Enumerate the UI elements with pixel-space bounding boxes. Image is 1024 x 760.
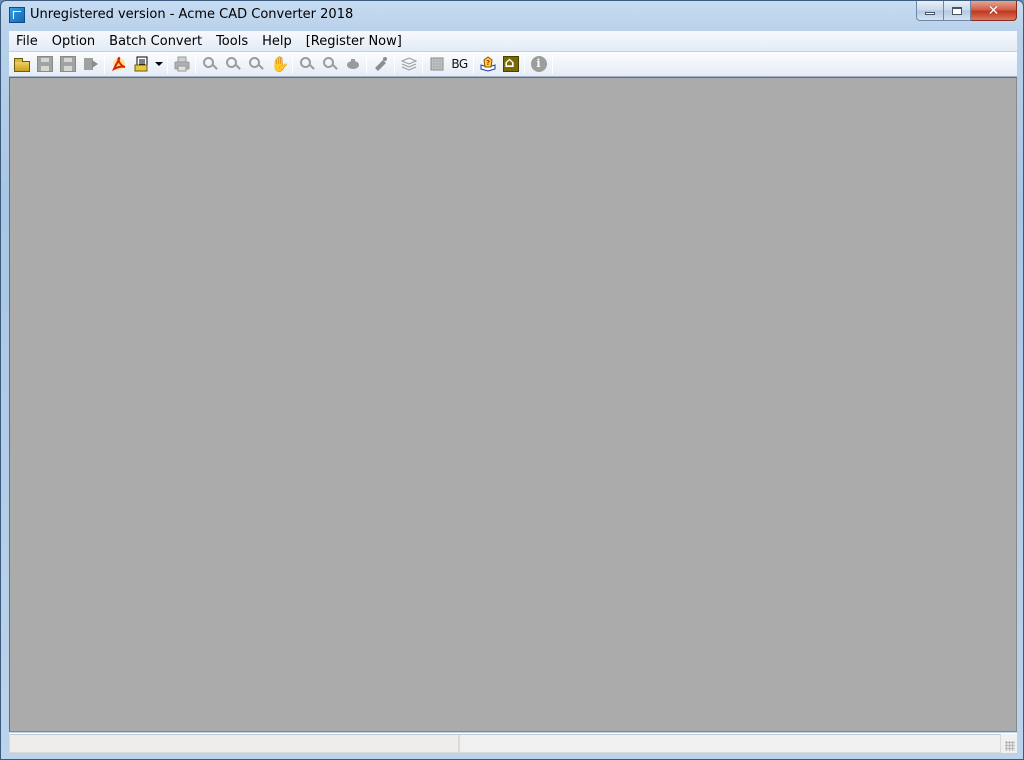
save-as-icon (59, 56, 76, 72)
toolbar-separator (524, 54, 525, 74)
window-title: Unregistered version - Acme CAD Converte… (30, 7, 354, 22)
toolbar-separator (167, 54, 168, 74)
background-grid-button[interactable] (425, 53, 448, 75)
info-icon: i (530, 56, 547, 72)
minimize-button[interactable] (916, 1, 944, 21)
pan-hand-icon: ✋ (270, 55, 290, 73)
zoom-out-icon (202, 56, 218, 72)
toolbar-separator (195, 54, 196, 74)
home-button[interactable] (499, 53, 522, 75)
folder-open-icon (13, 57, 30, 72)
maximize-button[interactable] (944, 1, 971, 21)
batch-convert-button[interactable] (130, 53, 153, 75)
menu-option[interactable]: Option (45, 32, 102, 51)
about-button[interactable]: i (527, 53, 550, 75)
menu-tools[interactable]: Tools (209, 32, 255, 51)
toolbar-separator (104, 54, 105, 74)
menu-help[interactable]: Help (255, 32, 299, 51)
home-icon (502, 55, 519, 72)
resize-grip[interactable] (1005, 741, 1015, 751)
pan-button[interactable]: ✋ (267, 53, 290, 75)
maximize-icon (952, 6, 962, 15)
menu-batch-convert[interactable]: Batch Convert (102, 32, 209, 51)
save-as-button[interactable] (56, 53, 79, 75)
save-icon (36, 56, 53, 72)
toolbar: ✋ BG ? ⌂ i (9, 52, 1017, 77)
menu-register-now[interactable]: [Register Now] (299, 32, 409, 51)
open-file-button[interactable] (10, 53, 33, 75)
zoom-window-button[interactable] (244, 53, 267, 75)
layers-icon (400, 57, 417, 71)
zoom-in-button[interactable] (221, 53, 244, 75)
layers-button[interactable] (397, 53, 420, 75)
minimize-icon (925, 12, 935, 15)
svg-text:?: ? (485, 59, 489, 67)
bg-label: BG (451, 57, 468, 71)
measure-button[interactable] (369, 53, 392, 75)
zoom-window-icon (248, 56, 264, 72)
printer-icon (174, 56, 189, 72)
zoom-extents-icon (299, 56, 315, 72)
menu-file[interactable]: File (9, 32, 45, 51)
batch-convert-icon (134, 56, 147, 72)
toolbar-separator (473, 54, 474, 74)
grid-icon (430, 57, 443, 71)
toolbar-separator (366, 54, 367, 74)
status-pane-right (459, 734, 1001, 753)
menu-bar: File Option Batch Convert Tools Help [Re… (9, 31, 1017, 52)
background-color-button[interactable]: BG (448, 53, 471, 75)
toolbar-separator (292, 54, 293, 74)
print-button[interactable] (170, 53, 193, 75)
zoom-extents-button[interactable] (295, 53, 318, 75)
caption-buttons: ✕ (916, 1, 1017, 21)
toolbar-separator (394, 54, 395, 74)
help-book-icon: ? (480, 56, 495, 72)
measure-icon (374, 57, 387, 71)
zoom-realtime-button[interactable] (318, 53, 341, 75)
close-icon: ✕ (987, 2, 1000, 19)
view-3d-icon (346, 59, 359, 69)
close-button[interactable]: ✕ (971, 1, 1017, 21)
toolbar-separator (422, 54, 423, 74)
convert-to-pdf-button[interactable] (107, 53, 130, 75)
app-window: Unregistered version - Acme CAD Converte… (0, 0, 1024, 760)
status-bar (9, 733, 1017, 753)
zoom-realtime-icon (322, 56, 338, 72)
help-button[interactable]: ? (476, 53, 499, 75)
zoom-out-button[interactable] (198, 53, 221, 75)
batch-convert-dropdown[interactable] (153, 53, 165, 75)
zoom-in-icon (225, 56, 241, 72)
pdf-icon (111, 56, 125, 72)
toolbar-separator (552, 54, 553, 74)
export-button[interactable] (79, 53, 102, 75)
view-3d-button[interactable] (341, 53, 364, 75)
save-button[interactable] (33, 53, 56, 75)
chevron-down-icon (155, 62, 163, 66)
app-logo-icon[interactable] (9, 7, 25, 23)
drawing-canvas[interactable] (9, 77, 1017, 732)
export-icon (83, 58, 98, 70)
status-pane-left (9, 734, 459, 753)
title-bar[interactable]: Unregistered version - Acme CAD Converte… (1, 1, 1023, 31)
